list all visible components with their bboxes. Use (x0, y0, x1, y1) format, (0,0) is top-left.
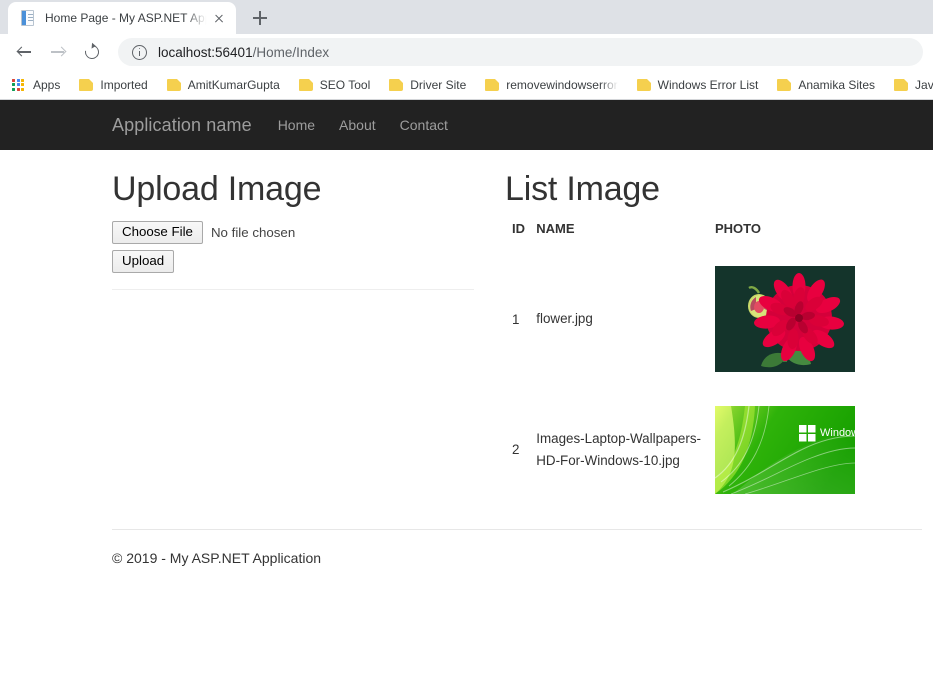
table-head: ID NAME PHOTO (512, 221, 932, 242)
new-tab-button[interactable] (246, 4, 274, 32)
svg-text:Windows 10: Windows 10 (820, 427, 855, 439)
cell-name: flower.jpg (536, 242, 715, 396)
bookmark-jav[interactable]: Jav (894, 78, 933, 92)
footer-divider (112, 529, 922, 530)
folder-icon (389, 79, 403, 91)
list-heading: List Image (505, 170, 932, 209)
bookmark-label: Windows Error List (658, 78, 759, 92)
bookmark-seo-tool[interactable]: SEO Tool (299, 78, 370, 92)
forward-arrow-icon (44, 38, 72, 66)
folder-icon (894, 79, 908, 91)
nav-link-about[interactable]: About (339, 117, 376, 133)
nav-link-contact[interactable]: Contact (400, 117, 448, 133)
folder-icon (79, 79, 93, 91)
browser-toolbar: localhost:56401/Home/Index (0, 34, 933, 70)
bookmark-label: AmitKumarGupta (188, 78, 280, 92)
cell-photo: Windows 10 (715, 396, 932, 503)
site-navbar: Application name Home About Contact (0, 100, 933, 150)
navbar-brand[interactable]: Application name (112, 115, 252, 136)
url-text: localhost:56401/Home/Index (158, 45, 329, 60)
site-footer: © 2019 - My ASP.NET Application (0, 529, 933, 566)
bookmark-anamika-sites[interactable]: Anamika Sites (777, 78, 875, 92)
upload-button[interactable]: Upload (112, 250, 174, 273)
bookmark-windows-error-list[interactable]: Windows Error List (637, 78, 759, 92)
bookmark-removewindowserror[interactable]: removewindowserror (485, 78, 617, 92)
cell-name: Images-Laptop-Wallpapers-HD-For-Windows-… (536, 396, 715, 503)
red-dahlia-flower-thumbnail[interactable] (715, 266, 855, 372)
bookmark-apps[interactable]: Apps (12, 78, 60, 92)
column-header-name: NAME (536, 221, 715, 242)
choose-file-button[interactable]: Choose File (112, 221, 203, 244)
folder-icon (485, 79, 499, 91)
reload-icon[interactable] (78, 38, 106, 66)
windows-10-green-wallpaper-thumbnail[interactable]: Windows 10 (715, 406, 855, 494)
upload-button-row: Upload (112, 250, 502, 273)
cell-photo (715, 242, 932, 396)
bookmark-imported[interactable]: Imported (79, 78, 147, 92)
url-path: /Home/Index (253, 45, 330, 60)
info-circle-icon[interactable] (132, 45, 147, 60)
browser-chrome: Home Page - My ASP.NET Applic localhost:… (0, 0, 933, 100)
folder-icon (299, 79, 313, 91)
table-row: 2 Images-Laptop-Wallpapers-HD-For-Window… (512, 396, 932, 503)
address-bar[interactable]: localhost:56401/Home/Index (118, 38, 923, 66)
tab-strip: Home Page - My ASP.NET Applic (0, 0, 933, 34)
image-list-table: ID NAME PHOTO 1 flower.jpg (512, 221, 932, 503)
bookmark-label: Apps (33, 78, 60, 92)
bookmark-label: Anamika Sites (798, 78, 875, 92)
upload-heading: Upload Image (112, 170, 502, 209)
bookmark-label: Driver Site (410, 78, 466, 92)
back-arrow-icon[interactable] (10, 38, 38, 66)
file-input-row[interactable]: Choose File No file chosen (112, 221, 502, 244)
form-divider (112, 289, 474, 290)
column-header-id: ID (512, 221, 536, 242)
folder-icon (637, 79, 651, 91)
bookmark-label: Jav (915, 78, 933, 92)
table-header-row: ID NAME PHOTO (512, 221, 932, 242)
apps-grid-icon (12, 79, 26, 91)
bookmarks-bar: Apps Imported AmitKumarGupta SEO Tool Dr… (0, 70, 933, 99)
table-body: 1 flower.jpg (512, 242, 932, 503)
bookmark-driver-site[interactable]: Driver Site (389, 78, 466, 92)
folder-icon (167, 79, 181, 91)
folder-icon (777, 79, 791, 91)
upload-column: Upload Image Choose File No file chosen … (112, 150, 502, 503)
table-row: 1 flower.jpg (512, 242, 932, 396)
nav-link-home[interactable]: Home (278, 117, 315, 133)
cell-id: 1 (512, 242, 536, 396)
close-icon[interactable] (210, 9, 228, 27)
page-content: Application name Home About Contact Uplo… (0, 100, 933, 685)
bookmark-label: removewindowserror (506, 78, 617, 92)
content-row: Upload Image Choose File No file chosen … (112, 150, 933, 503)
bookmark-label: SEO Tool (320, 78, 370, 92)
main-container: Upload Image Choose File No file chosen … (0, 150, 933, 503)
browser-tab[interactable]: Home Page - My ASP.NET Applic (8, 2, 236, 34)
bookmark-label: Imported (100, 78, 147, 92)
no-file-chosen-label: No file chosen (211, 225, 295, 240)
bookmark-amitkumargupta[interactable]: AmitKumarGupta (167, 78, 280, 92)
cell-id: 2 (512, 396, 536, 503)
url-host: localhost:56401 (158, 45, 253, 60)
list-column: List Image ID NAME PHOTO 1 flower.jpg (502, 150, 932, 503)
document-icon (20, 10, 36, 26)
copyright-text: © 2019 - My ASP.NET Application (112, 550, 933, 566)
column-header-photo: PHOTO (715, 221, 932, 242)
tab-title: Home Page - My ASP.NET Applic (45, 11, 208, 25)
